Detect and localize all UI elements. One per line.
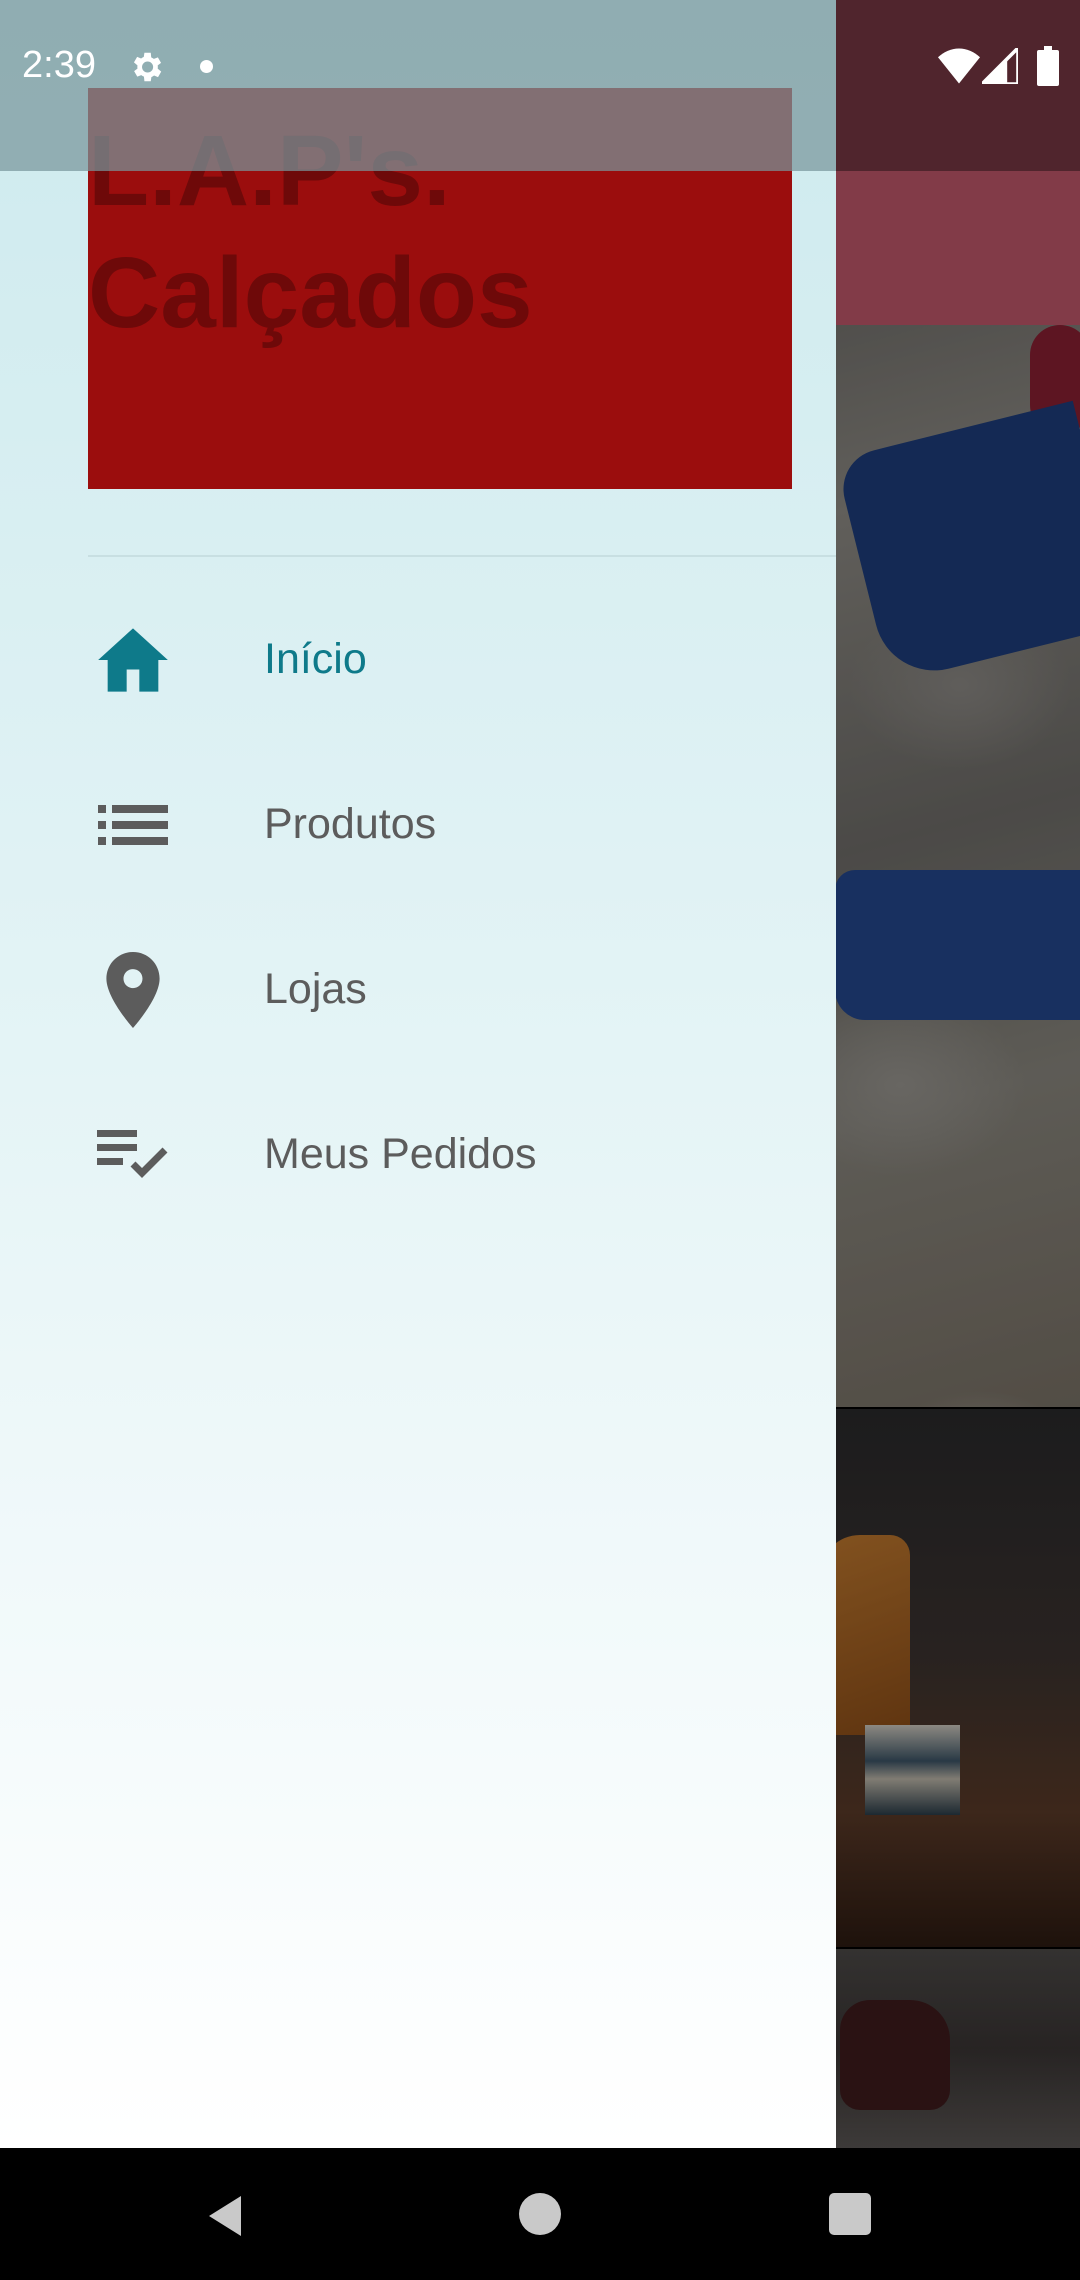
menu-item-inicio[interactable]: Início (0, 577, 836, 742)
status-bar: 2:39 (0, 0, 1080, 171)
menu-item-label: Meus Pedidos (264, 1130, 537, 1178)
home-circle-icon[interactable] (519, 2193, 561, 2235)
drawer-divider (88, 555, 836, 557)
navigation-drawer: L.A.P's. Calçados Início Produtos Lojas … (0, 0, 836, 2148)
location-pin-icon (88, 945, 178, 1035)
screen: L.A.P's. Calçados Início Produtos Lojas … (0, 0, 1080, 2280)
menu-item-label: Início (264, 635, 367, 683)
playlist-check-icon (88, 1110, 178, 1200)
back-icon[interactable] (203, 2192, 251, 2240)
battery-icon (1037, 46, 1059, 86)
menu-item-label: Produtos (264, 800, 437, 848)
menu-item-meus-pedidos[interactable]: Meus Pedidos (0, 1072, 836, 1237)
status-time: 2:39 (22, 44, 96, 86)
recents-square-icon[interactable] (829, 2193, 871, 2235)
menu-item-label: Lojas (264, 965, 367, 1013)
gear-icon (127, 48, 165, 86)
notification-dot-icon (200, 60, 213, 73)
home-icon (88, 615, 178, 705)
wifi-icon (938, 48, 980, 84)
list-icon (88, 780, 178, 870)
menu-item-produtos[interactable]: Produtos (0, 742, 836, 907)
status-bar-background (0, 0, 836, 171)
menu-item-lojas[interactable]: Lojas (0, 907, 836, 1072)
signal-icon (977, 43, 1020, 86)
